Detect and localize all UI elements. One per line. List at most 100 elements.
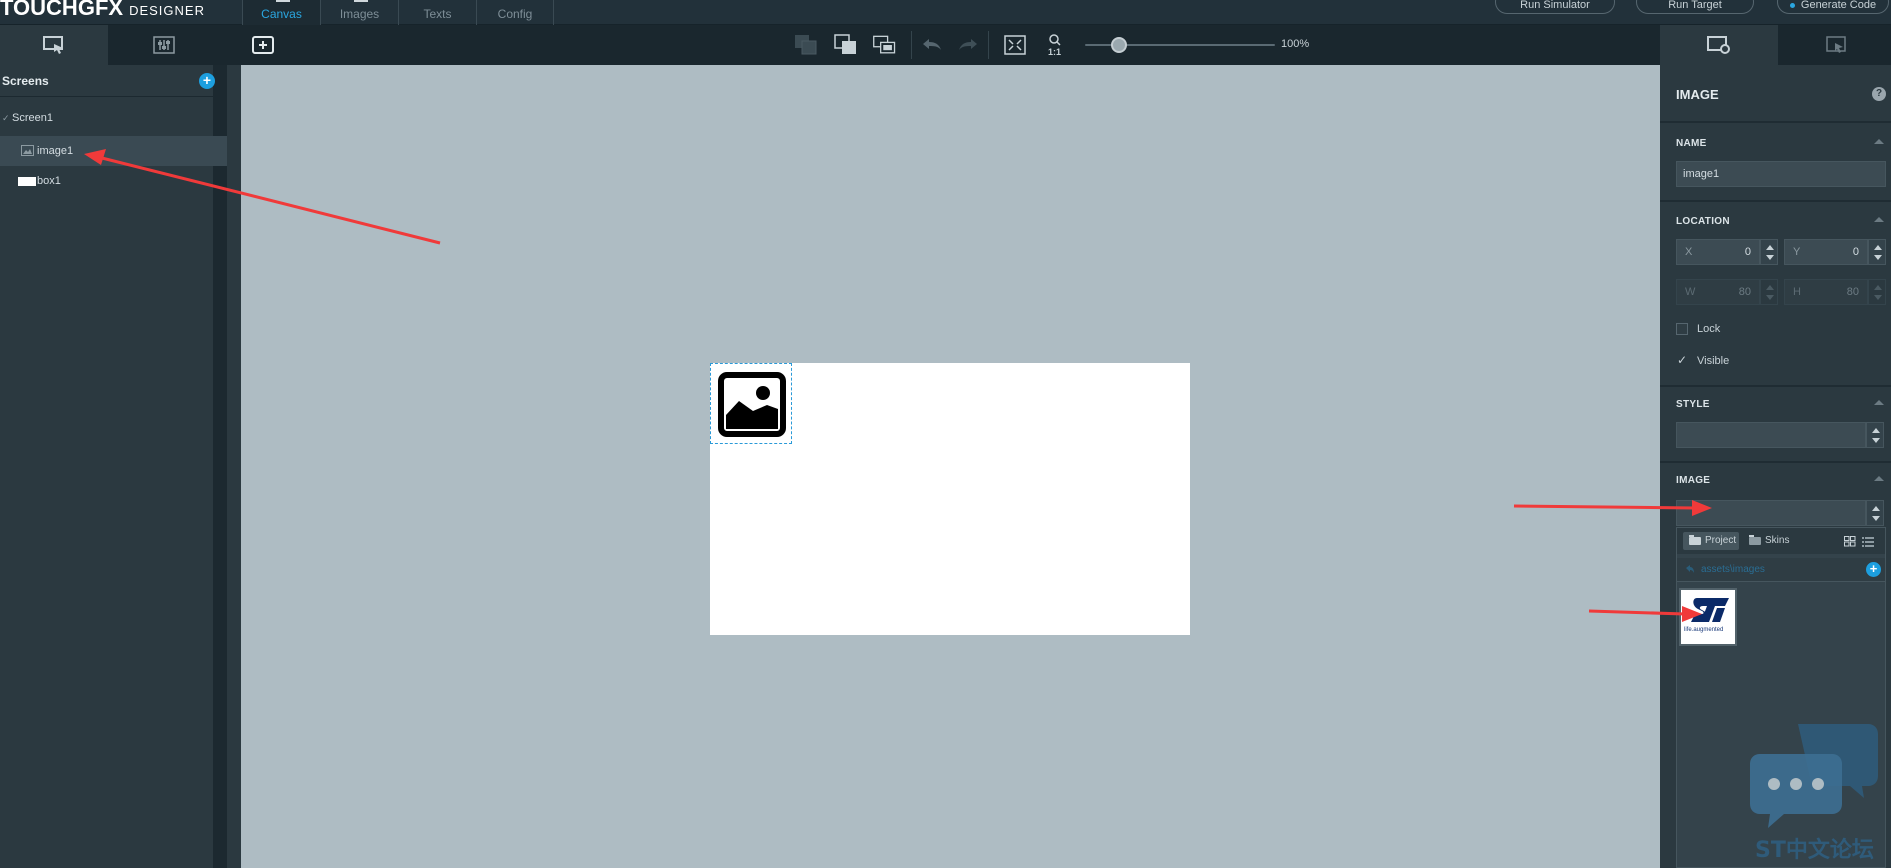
properties-tab[interactable] xyxy=(1660,25,1778,65)
image-placeholder-icon xyxy=(718,372,786,437)
h-field: H 80 xyxy=(1784,279,1868,305)
bring-forward-button[interactable] xyxy=(833,33,859,57)
section-divider xyxy=(1660,200,1891,202)
interaction-tab[interactable] xyxy=(1778,25,1891,65)
collapse-image-icon[interactable] xyxy=(1874,476,1884,481)
tab-canvas[interactable]: Canvas xyxy=(242,0,320,25)
image1-widget[interactable] xyxy=(710,363,792,444)
interactions-tab[interactable] xyxy=(110,25,218,65)
x-label: X xyxy=(1685,246,1693,258)
generate-code-label: Generate Code xyxy=(1800,0,1877,11)
location-section-header: LOCATION xyxy=(1676,216,1730,227)
tree-item-label: Screen1 xyxy=(12,112,53,124)
tab-config[interactable]: Config xyxy=(476,0,554,25)
magnifier-icon xyxy=(1049,34,1061,46)
add-image-button[interactable]: + xyxy=(1866,562,1881,577)
send-back-icon xyxy=(795,35,817,55)
image-widget-icon xyxy=(21,145,34,156)
section-divider xyxy=(1660,385,1891,387)
screens-title: Screens xyxy=(2,74,49,88)
lock-label: Lock xyxy=(1697,323,1721,335)
bring-front-icon xyxy=(873,35,896,54)
name-field[interactable]: image1 xyxy=(1676,161,1886,187)
tab-skins-label: Skins xyxy=(1765,535,1790,546)
h-stepper xyxy=(1868,279,1886,305)
style-select-arrows[interactable] xyxy=(1866,422,1884,448)
sliders-icon xyxy=(153,36,175,54)
undo-icon xyxy=(923,39,941,50)
collapse-name-icon[interactable] xyxy=(1874,139,1884,144)
zoom-slider-handle[interactable] xyxy=(1111,37,1128,53)
collapse-location-icon[interactable] xyxy=(1874,217,1884,222)
collapse-style-icon[interactable] xyxy=(1874,400,1884,405)
undo-button[interactable] xyxy=(919,33,945,57)
image-select-arrows[interactable] xyxy=(1866,500,1884,526)
send-to-back-button[interactable] xyxy=(793,33,819,57)
widget-properties-icon xyxy=(1707,36,1730,54)
folder-icon xyxy=(1749,535,1761,545)
w-value: 80 xyxy=(1738,286,1751,298)
design-canvas[interactable] xyxy=(241,65,1660,868)
add-widget-button[interactable] xyxy=(250,33,276,57)
tab-images[interactable]: Images xyxy=(320,0,398,25)
tab-texts[interactable]: Texts xyxy=(398,0,476,25)
widget-type-title: IMAGE xyxy=(1676,87,1719,102)
zoom-value: 100% xyxy=(1281,38,1310,50)
logo-sub-text: DESIGNER xyxy=(129,3,205,18)
y-value: 0 xyxy=(1852,246,1859,258)
image-path: assets\images xyxy=(1701,564,1765,575)
bring-to-front-button[interactable] xyxy=(872,33,898,57)
tree-item-box1[interactable]: box1 xyxy=(0,166,227,196)
redo-icon xyxy=(959,39,977,50)
tree-item-screen1[interactable]: ✓ Screen1 xyxy=(0,103,227,133)
actual-size-label: 1:1 xyxy=(1048,47,1062,57)
h-label: H xyxy=(1793,286,1801,298)
section-divider xyxy=(1660,121,1891,123)
tab-canvas-label: Canvas xyxy=(261,7,302,21)
forum-chat-icon xyxy=(1750,724,1878,828)
lock-checkbox-box[interactable] xyxy=(1676,323,1688,335)
style-select[interactable] xyxy=(1676,422,1866,448)
back-arrow-icon[interactable] xyxy=(1683,564,1695,576)
image-thumbnail[interactable]: life.augmented xyxy=(1679,588,1737,646)
style-section-header: STYLE xyxy=(1676,399,1710,410)
run-simulator-button[interactable]: Run Simulator xyxy=(1495,0,1615,14)
interaction-icon xyxy=(1826,36,1846,53)
logo-gfx-text: GFX xyxy=(77,0,124,20)
x-field[interactable]: X 0 xyxy=(1676,239,1760,265)
toolbar-divider xyxy=(911,31,912,59)
tree-item-image1[interactable]: image1 xyxy=(0,136,227,166)
run-target-button[interactable]: Run Target xyxy=(1636,0,1754,14)
x-value: 0 xyxy=(1744,246,1751,258)
logo-main-text: TOUCH xyxy=(0,0,78,20)
grid-view-icon[interactable] xyxy=(1844,536,1856,547)
list-view-icon[interactable] xyxy=(1862,536,1874,547)
toolbar: 1:1 100% xyxy=(0,25,1891,65)
help-button[interactable]: ? xyxy=(1872,87,1886,101)
app-logo: TOUCH GFX DESIGNER xyxy=(0,0,205,20)
main-nav-tabs: Canvas Images Texts Config xyxy=(242,0,554,25)
y-field[interactable]: Y 0 xyxy=(1784,239,1868,265)
w-field: W 80 xyxy=(1676,279,1760,305)
tab-skins[interactable]: Skins xyxy=(1743,532,1795,550)
tab-texts-label: Texts xyxy=(423,7,452,21)
y-label: Y xyxy=(1793,246,1801,258)
add-screen-button[interactable]: + xyxy=(199,73,215,89)
section-divider xyxy=(1660,461,1891,463)
w-label: W xyxy=(1685,286,1696,298)
y-stepper[interactable] xyxy=(1868,239,1886,265)
thumbnail-caption: life.augmented xyxy=(1684,627,1724,633)
tree-view-tab[interactable] xyxy=(0,25,108,65)
x-stepper[interactable] xyxy=(1760,239,1778,265)
generate-code-button[interactable]: Generate Code xyxy=(1777,0,1889,14)
tab-project[interactable]: Project xyxy=(1683,532,1739,550)
watermark-text: ST中文论坛 xyxy=(1755,838,1874,863)
fit-screen-button[interactable] xyxy=(1002,33,1028,57)
screens-panel: Screens + ✓ Screen1 image1 box1 xyxy=(0,65,227,868)
image-path-row: assets\images + xyxy=(1677,558,1885,582)
st-logo-icon xyxy=(1691,598,1729,622)
redo-button[interactable] xyxy=(955,33,981,57)
image-select[interactable] xyxy=(1676,500,1866,526)
h-value: 80 xyxy=(1846,286,1859,298)
screen-select-icon xyxy=(43,36,63,54)
